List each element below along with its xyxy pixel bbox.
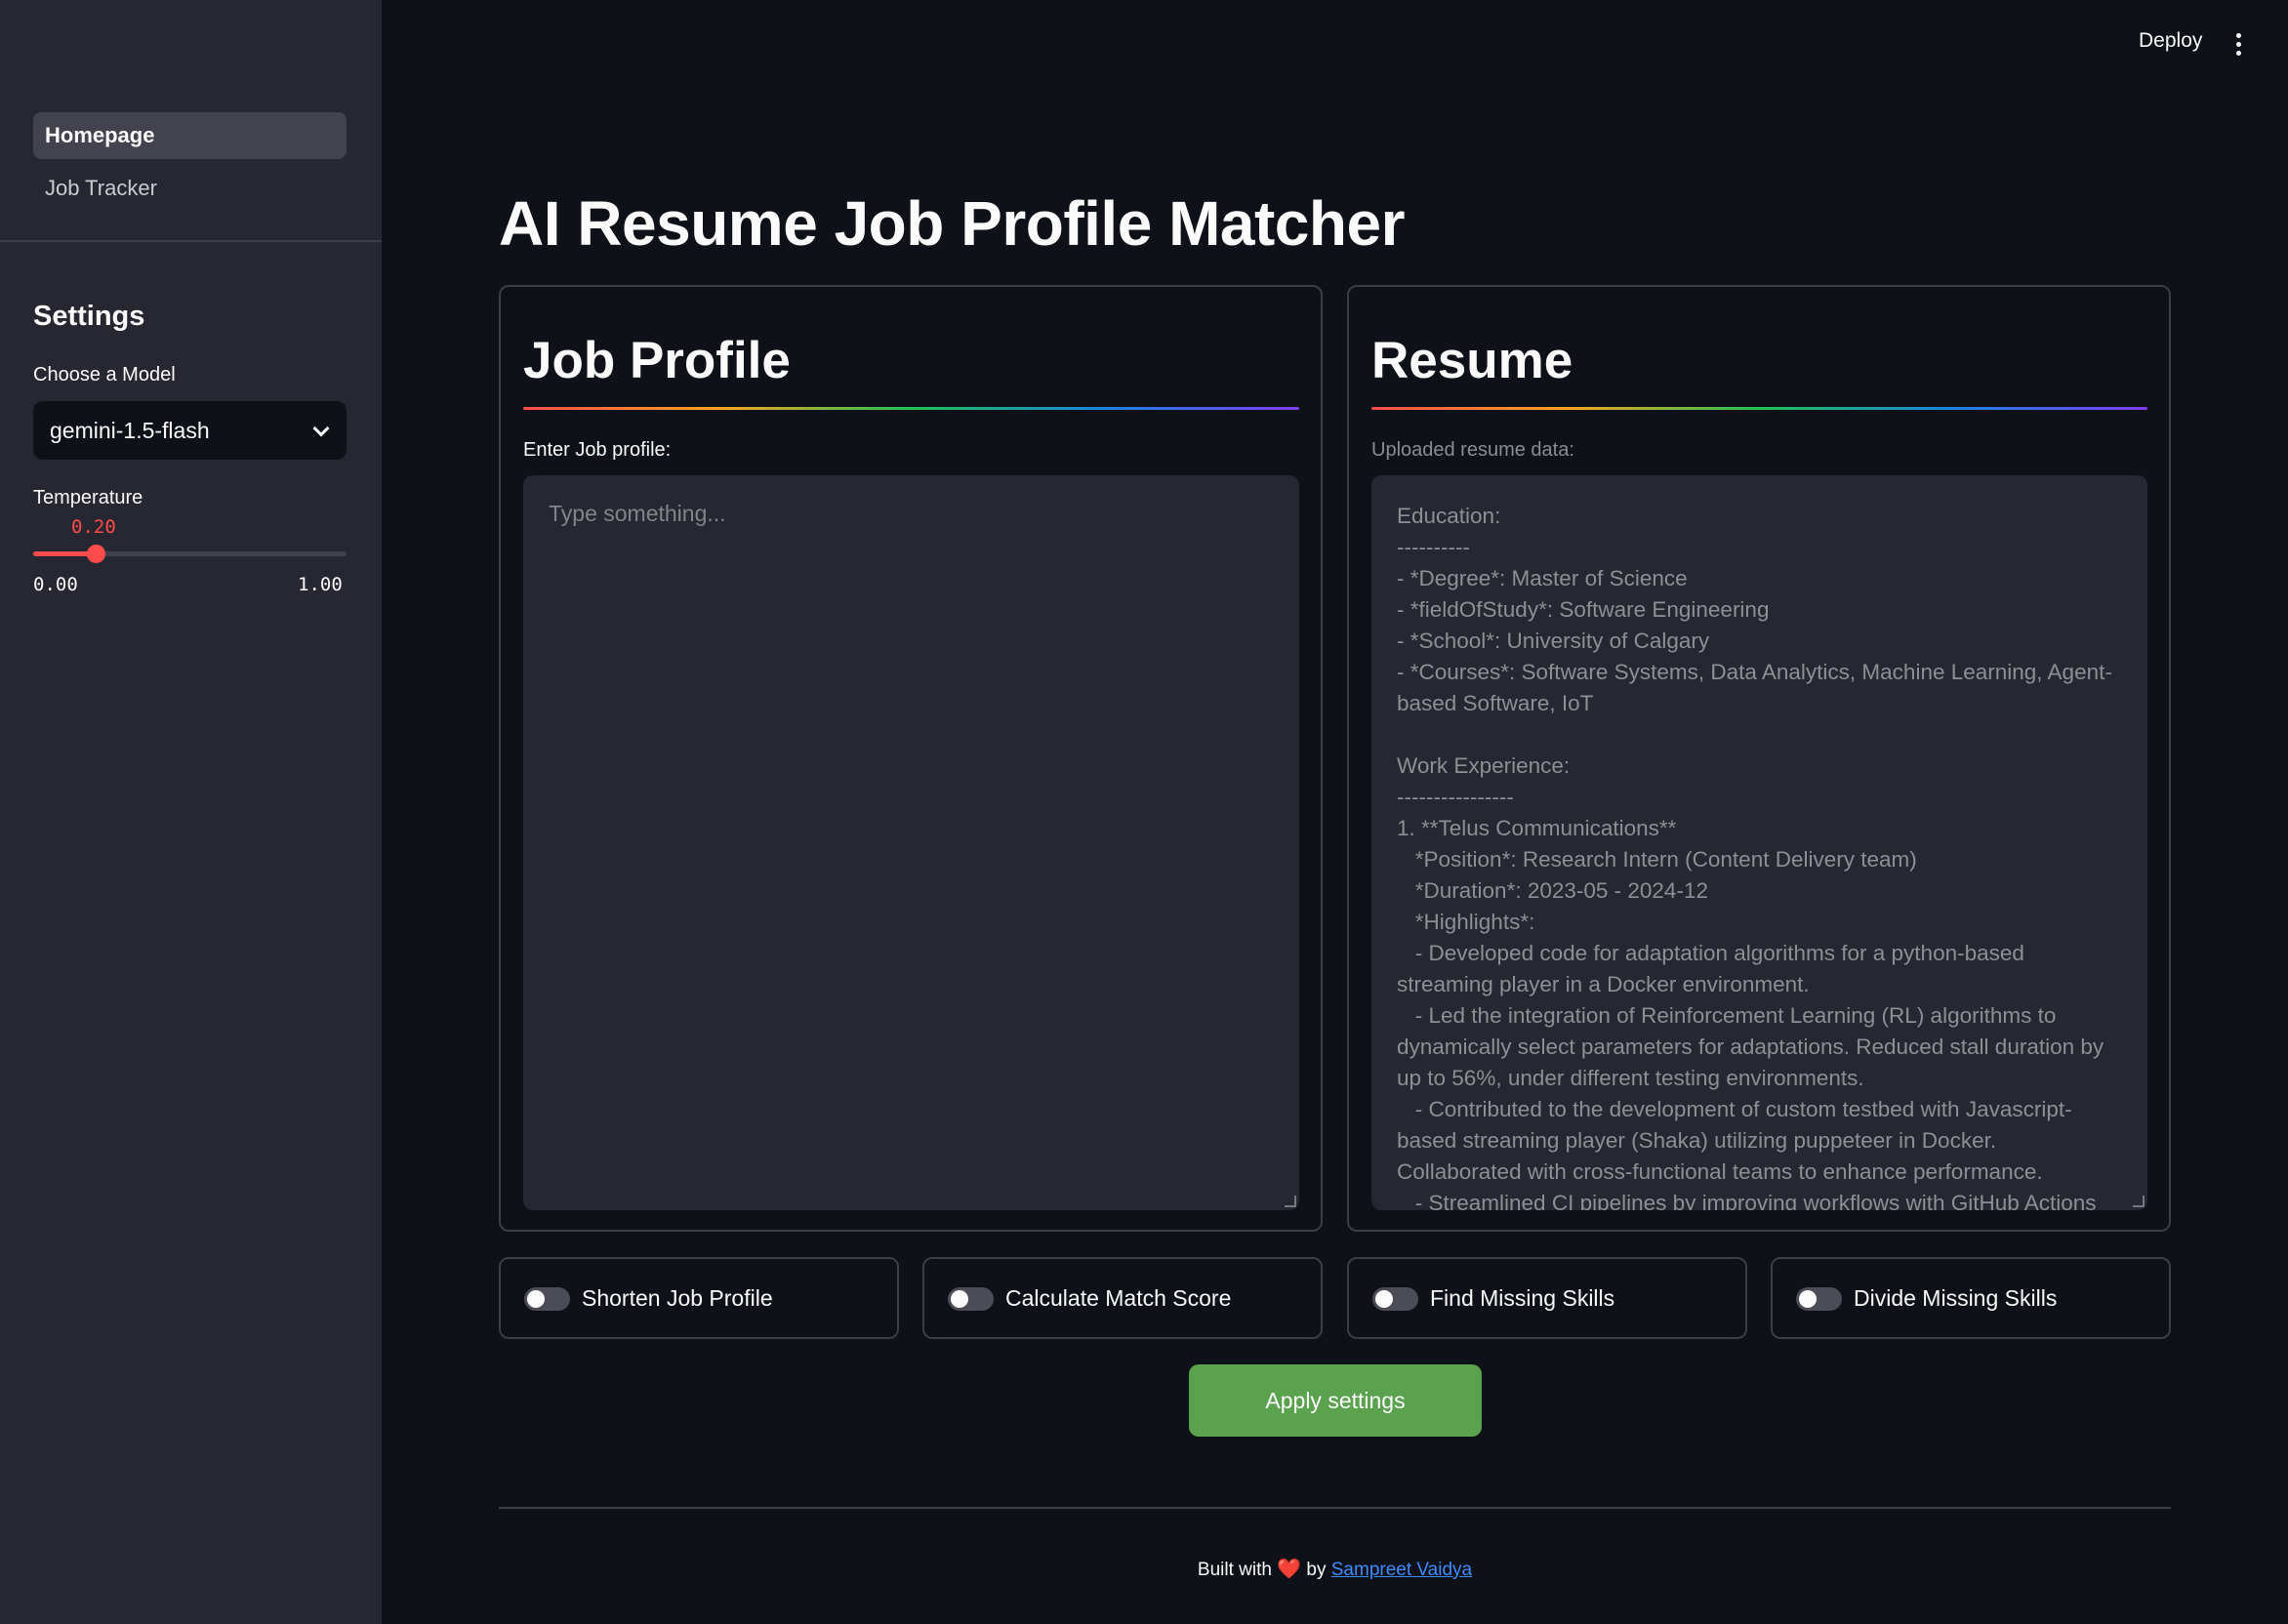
chevron-down-icon	[312, 420, 330, 437]
temperature-slider-thumb[interactable]	[87, 545, 106, 563]
resume-panel: Resume Uploaded resume data: Education: …	[1347, 285, 2171, 1232]
toggle-find-missing-skills[interactable]: Find Missing Skills	[1347, 1257, 1747, 1339]
toggle-label: Divide Missing Skills	[1854, 1285, 2058, 1311]
model-label: Choose a Model	[33, 364, 176, 386]
apply-settings-button[interactable]: Apply settings	[1189, 1364, 1482, 1437]
toggle-label: Calculate Match Score	[1005, 1285, 1232, 1311]
resume-label: Uploaded resume data:	[1371, 439, 1574, 461]
nav-item-homepage[interactable]: Homepage	[33, 112, 347, 159]
page-title: AI Resume Job Profile Matcher	[499, 188, 1405, 259]
temperature-max: 1.00	[298, 574, 343, 595]
sidebar-nav: Homepage Job Tracker	[33, 112, 347, 218]
temperature-label: Temperature	[33, 487, 143, 508]
job-profile-textarea[interactable]: Type something...	[523, 475, 1299, 1210]
heart-icon: ❤️	[1277, 1559, 1302, 1580]
job-profile-heading: Job Profile	[523, 332, 791, 389]
footer-by: by	[1306, 1560, 1327, 1580]
job-profile-panel: Job Profile Enter Job profile: Type some…	[499, 285, 1323, 1232]
deploy-button[interactable]: Deploy	[2139, 29, 2202, 53]
job-profile-label: Enter Job profile:	[523, 439, 672, 461]
settings-title: Settings	[33, 301, 145, 332]
resume-text: Education: ---------- - *Degree*: Master…	[1397, 504, 2112, 1210]
job-profile-placeholder: Type something...	[549, 501, 726, 526]
toggle-switch[interactable]	[948, 1287, 994, 1311]
toggle-knob	[1375, 1290, 1393, 1308]
resume-textarea[interactable]: Education: ---------- - *Degree*: Master…	[1371, 475, 2147, 1210]
temperature-min: 0.00	[33, 574, 78, 595]
resize-grip-icon[interactable]	[1285, 1196, 1296, 1207]
rainbow-divider	[523, 407, 1299, 410]
resume-heading: Resume	[1371, 332, 1573, 389]
resize-grip-icon[interactable]	[2133, 1196, 2145, 1207]
toggle-knob	[951, 1290, 968, 1308]
toggle-switch[interactable]	[1372, 1287, 1418, 1311]
toggle-divide-missing-skills[interactable]: Divide Missing Skills	[1771, 1257, 2171, 1339]
toggle-label: Find Missing Skills	[1430, 1285, 1615, 1311]
model-select-value: gemini-1.5-flash	[50, 418, 210, 443]
toggle-label: Shorten Job Profile	[582, 1285, 773, 1311]
temperature-slider[interactable]	[33, 545, 347, 563]
footer-divider	[499, 1507, 2171, 1509]
temperature-value: 0.20	[71, 516, 116, 538]
sidebar-divider	[0, 240, 382, 242]
toggle-switch[interactable]	[524, 1287, 570, 1311]
author-link[interactable]: Sampreet Vaidya	[1331, 1560, 1472, 1580]
nav-item-job-tracker[interactable]: Job Tracker	[33, 165, 347, 212]
toggle-knob	[527, 1290, 545, 1308]
footer-prefix: Built with	[1197, 1560, 1272, 1580]
model-select[interactable]: gemini-1.5-flash	[33, 401, 347, 460]
toggle-calculate-match-score[interactable]: Calculate Match Score	[922, 1257, 1323, 1339]
toggle-shorten-job-profile[interactable]: Shorten Job Profile	[499, 1257, 899, 1339]
app: Homepage Job Tracker Settings Choose a M…	[0, 0, 2288, 1624]
kebab-menu-icon[interactable]	[2235, 33, 2243, 57]
toggle-switch[interactable]	[1796, 1287, 1842, 1311]
toggle-knob	[1799, 1290, 1817, 1308]
footer: Built with ❤️ by Sampreet Vaidya	[499, 1557, 2171, 1581]
rainbow-divider	[1371, 407, 2147, 410]
sidebar: Homepage Job Tracker Settings Choose a M…	[0, 0, 382, 1624]
